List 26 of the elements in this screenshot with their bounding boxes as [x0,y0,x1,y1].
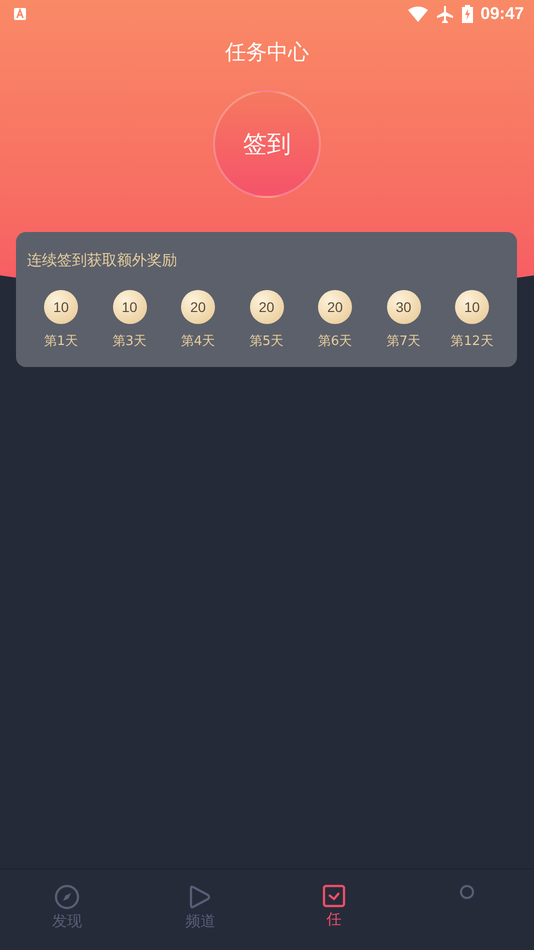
compass-icon [54,884,80,910]
coin-badge: 20 [250,290,284,324]
coin-badge: 20 [318,290,352,324]
day-label: 第3天 [112,333,147,350]
day-label: 第4天 [180,333,216,350]
checkbox-icon [322,884,346,908]
coin-badge: 10 [455,290,489,324]
status-time: 09:47 [480,4,524,24]
coin-badge: 30 [386,290,420,324]
day-label: 第6天 [318,333,352,350]
day-label: 第1天 [44,333,78,350]
coin-badge: 20 [181,290,215,324]
nav-tab[interactable]: 发现 [0,870,134,950]
app-notification-icon [14,8,26,20]
nav-tab[interactable]: 任 [267,870,400,950]
card-heading: 连续签到获取额外奖励 [27,251,177,270]
airplane-icon [436,5,454,23]
day-label: 第7天 [386,333,421,350]
page-title: 任务中心 [225,39,309,66]
nav-tab[interactable]: 频道 [134,870,267,950]
coin-badge: 10 [44,290,78,324]
play-icon [188,884,212,910]
day-label: 第5天 [249,333,284,350]
day-label: 第12天 [450,333,494,350]
wifi-icon [408,6,428,22]
coin-badge: 10 [112,290,146,324]
